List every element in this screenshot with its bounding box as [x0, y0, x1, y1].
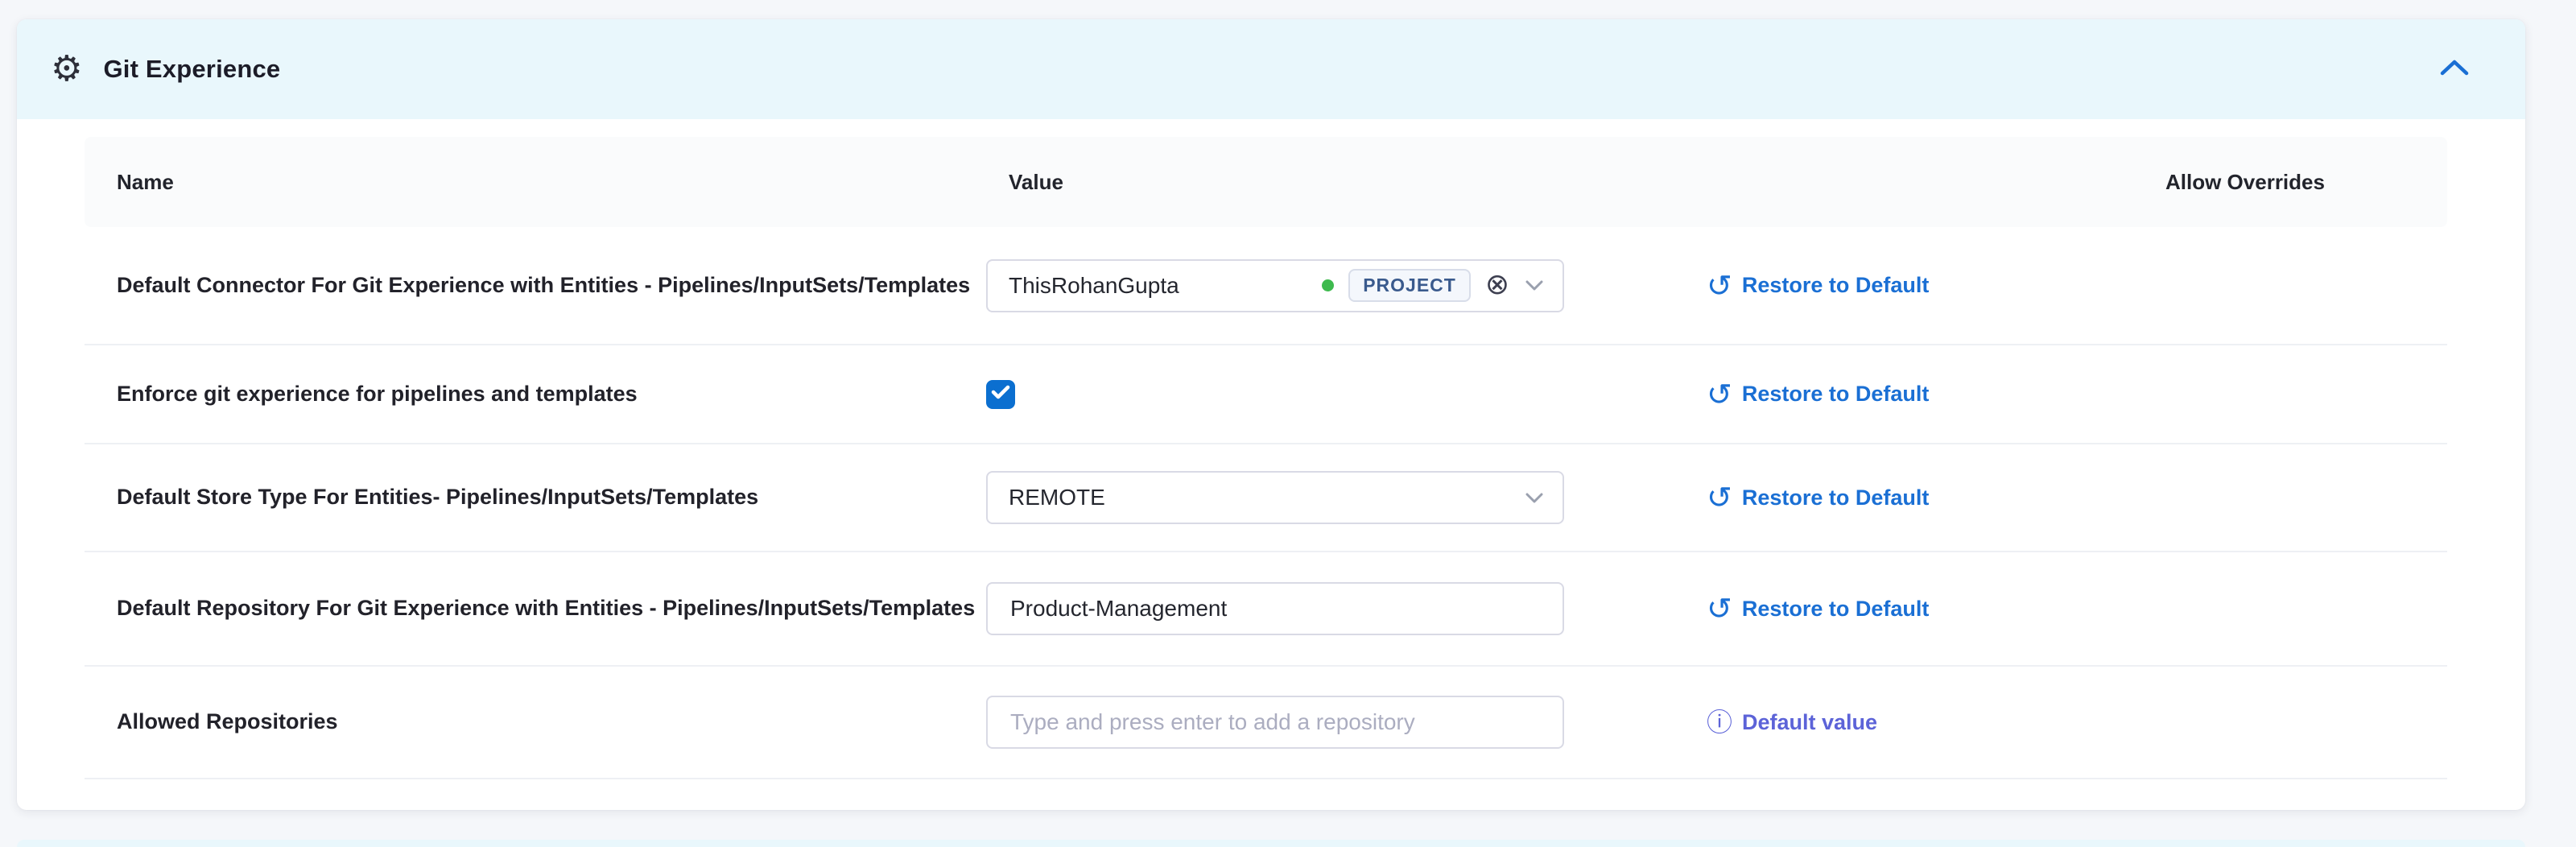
setting-value-cell — [986, 582, 1707, 635]
restore-label: Restore to Default — [1742, 485, 1930, 510]
restore-to-default-link[interactable]: ↺ Restore to Default — [1707, 379, 2125, 410]
default-value-indicator[interactable]: ⓘ Default value — [1707, 709, 2125, 735]
setting-label: Default Repository For Git Experience wi… — [85, 595, 986, 622]
connector-status-dot — [1322, 279, 1334, 291]
setting-label: Allowed Repositories — [85, 709, 986, 736]
restore-label: Restore to Default — [1742, 273, 1930, 298]
restore-icon: ↺ — [1707, 379, 1732, 410]
checkmark-icon — [991, 384, 1010, 404]
table-row-allowed-repositories: Allowed Repositories ⓘ Default value — [85, 667, 2447, 779]
default-repository-input[interactable] — [1009, 583, 1545, 634]
scope-badge: PROJECT — [1348, 269, 1471, 302]
setting-value-cell — [986, 696, 1707, 749]
section-header-git-experience[interactable]: ⚙ Git Experience — [17, 19, 2525, 119]
gear-icon: ⚙ — [51, 52, 82, 87]
restore-icon: ↺ — [1707, 271, 1732, 301]
setting-value-cell — [986, 380, 1707, 409]
restore-to-default-link[interactable]: ↺ Restore to Default — [1707, 593, 2125, 624]
column-header-allow-overrides: Allow Overrides — [2125, 170, 2447, 195]
default-value-label: Default value — [1742, 710, 1877, 735]
restore-to-default-link[interactable]: ↺ Restore to Default — [1707, 482, 2125, 513]
store-type-select-value: REMOTE — [1009, 485, 1105, 510]
collapse-section-button[interactable] — [2432, 52, 2477, 88]
section-title: Git Experience — [103, 55, 280, 84]
next-section-header-sliver[interactable] — [17, 840, 2525, 847]
connector-select[interactable]: ThisRohanGupta PROJECT ⊗ — [986, 259, 1564, 312]
settings-table: Name Value Allow Overrides Default Conne… — [17, 119, 2525, 779]
clear-connector-icon[interactable]: ⊗ — [1485, 271, 1509, 300]
setting-label: Default Store Type For Entities- Pipelin… — [85, 484, 986, 511]
default-repository-field-wrap — [986, 582, 1564, 635]
setting-value-cell: REMOTE — [986, 471, 1707, 524]
setting-label: Default Connector For Git Experience wit… — [85, 272, 986, 300]
restore-label: Restore to Default — [1742, 597, 1930, 622]
chevron-up-icon — [2438, 58, 2471, 81]
restore-label: Restore to Default — [1742, 382, 1930, 407]
restore-icon: ↺ — [1707, 482, 1732, 513]
chevron-down-icon[interactable] — [1524, 272, 1545, 298]
allowed-repositories-field-wrap — [986, 696, 1564, 749]
table-row-default-store-type: Default Store Type For Entities- Pipelin… — [85, 444, 2447, 552]
table-row-default-repository: Default Repository For Git Experience wi… — [85, 552, 2447, 667]
restore-to-default-link[interactable]: ↺ Restore to Default — [1707, 271, 2125, 301]
table-header-row: Name Value Allow Overrides — [85, 137, 2447, 227]
setting-value-cell: ThisRohanGupta PROJECT ⊗ — [986, 259, 1707, 312]
restore-icon: ↺ — [1707, 593, 1732, 624]
git-experience-settings-card: ⚙ Git Experience Name Value Allow Overri… — [17, 19, 2525, 810]
column-header-value: Value — [986, 170, 1707, 195]
chevron-down-icon[interactable] — [1524, 485, 1545, 510]
enforce-git-experience-checkbox[interactable] — [986, 380, 1015, 409]
connector-select-value: ThisRohanGupta — [1009, 273, 1179, 299]
table-row-enforce-git-experience: Enforce git experience for pipelines and… — [85, 345, 2447, 444]
column-header-name: Name — [85, 170, 986, 195]
table-row-default-connector: Default Connector For Git Experience wit… — [85, 227, 2447, 345]
allowed-repositories-input[interactable] — [1009, 696, 1545, 748]
info-icon: ⓘ — [1707, 709, 1732, 735]
store-type-select[interactable]: REMOTE — [986, 471, 1564, 524]
setting-label: Enforce git experience for pipelines and… — [85, 381, 986, 408]
